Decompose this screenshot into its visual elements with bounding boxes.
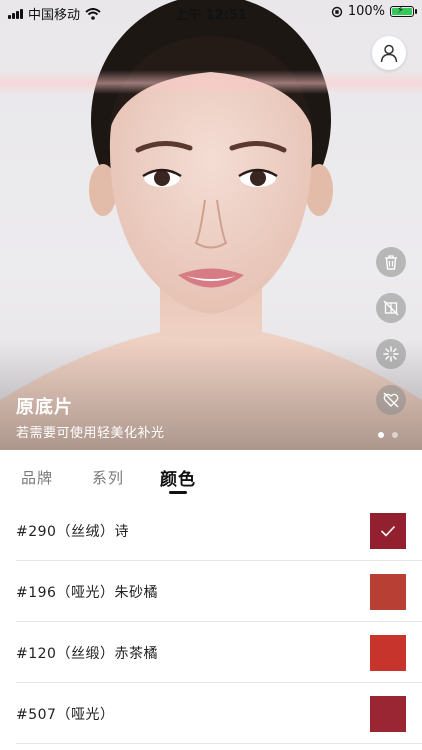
favorite-off-icon — [383, 392, 399, 408]
orientation-lock-icon — [331, 6, 343, 17]
shade-swatch[interactable] — [370, 635, 406, 671]
page-dot-2[interactable] — [392, 432, 398, 438]
shade-label: #120（丝缎）赤茶橘 — [16, 646, 158, 662]
delete-button[interactable] — [376, 247, 406, 277]
shade-label: #196（哑光）朱砂橘 — [16, 585, 158, 601]
shade-list: #290（丝绒）诗 #196（哑光）朱砂橘 #120（丝缎）赤茶橘 #507（哑… — [0, 500, 422, 744]
user-icon — [380, 44, 398, 63]
shade-swatch[interactable] — [370, 513, 406, 549]
battery-percent: 100% — [347, 4, 385, 19]
charging-bolt-icon: ⚡ — [397, 5, 405, 16]
compare-toggle-button[interactable] — [376, 293, 406, 323]
favorite-button[interactable] — [376, 385, 406, 415]
tab-series[interactable]: 系列 — [92, 467, 124, 488]
shade-row[interactable]: #196（哑光）朱砂橘 — [0, 561, 422, 622]
battery-icon: ⚡ — [390, 5, 417, 17]
shade-row[interactable]: #120（丝缎）赤茶橘 — [0, 622, 422, 683]
shade-swatch[interactable] — [370, 696, 406, 732]
tab-color[interactable]: 颜色 — [160, 465, 196, 490]
shade-label: #507（哑光） — [16, 707, 115, 723]
trash-icon — [385, 255, 397, 270]
checkmark-icon — [380, 525, 396, 537]
try-on-scan-band — [0, 70, 422, 94]
photo-subtitle: 若需要可使用轻美化补光 — [16, 426, 165, 441]
status-bar: 中国移动 上午 12:51 100% ⚡ — [0, 0, 422, 24]
profile-button[interactable] — [372, 36, 406, 70]
sparkle-icon — [383, 346, 399, 362]
page-dot-1[interactable] — [378, 432, 384, 438]
status-bar-right: 100% ⚡ — [331, 4, 417, 19]
shade-label: #290（丝绒）诗 — [16, 524, 129, 540]
shade-row[interactable]: #507（哑光） — [0, 683, 422, 744]
tab-brand[interactable]: 品牌 — [21, 467, 53, 488]
beautify-button[interactable] — [376, 339, 406, 369]
compare-off-icon — [383, 300, 399, 316]
page-indicator — [378, 432, 398, 438]
category-tabs: 品牌 系列 颜色 — [0, 450, 422, 500]
active-tab-indicator — [169, 491, 187, 494]
shade-swatch[interactable] — [370, 574, 406, 610]
row-divider — [16, 743, 422, 744]
photo-preview[interactable]: 中国移动 上午 12:51 100% ⚡ 原底片 若需要可使用轻美化补光 — [0, 0, 422, 450]
photo-title: 原底片 — [16, 397, 73, 418]
shade-row[interactable]: #290（丝绒）诗 — [0, 500, 422, 561]
